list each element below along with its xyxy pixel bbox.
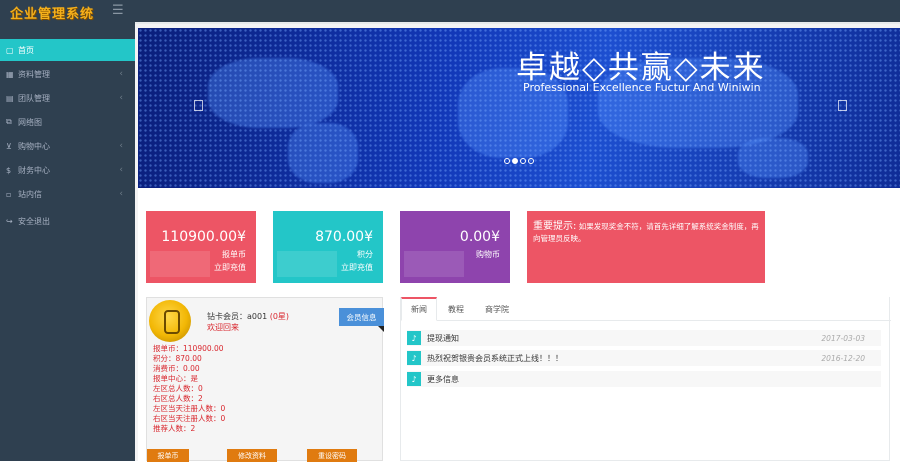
carousel-prev-button[interactable] (194, 100, 203, 111)
stat-line: 积分：870.00 (153, 354, 202, 363)
card-decoration (404, 251, 464, 277)
member-rank: (0星) (269, 312, 290, 321)
mail-icon: ▫ (6, 189, 12, 199)
news-tabs: 新闻 教程 商学院 (401, 297, 891, 321)
member-level: 钻卡会员：a001 (0星) (207, 311, 289, 322)
member-info-button[interactable]: 会员信息 (339, 308, 384, 332)
sidebar: ▢ 首页 ▦ 资料管理 ‹ ▤ 团队管理 ‹ ⧉ 网络图 ⊻ 购物中心 ‹ $ … (0, 24, 135, 461)
stat-line: 报单中心：是 (153, 374, 198, 383)
carousel-dot[interactable] (520, 158, 526, 164)
news-row[interactable]: ♪ 提现通知 2017-03-03 (407, 330, 881, 346)
sidebar-item-label: 安全退出 (18, 216, 50, 226)
card-decoration (150, 251, 210, 277)
news-title[interactable]: 提现通知 (427, 333, 459, 344)
stat-line: 消费币：0.00 (153, 364, 200, 373)
stat-line: 左区当天注册人数：0 (153, 404, 226, 413)
sidebar-item-label: 财务中心 (18, 165, 50, 175)
notice-card: 重要提示: 如果发现奖金不符，请首先详细了解系统奖金制度，再向管理员反映。 (527, 211, 765, 283)
chevron-left-icon: ‹ (119, 69, 123, 79)
sidebar-item-team[interactable]: ▤ 团队管理 ‹ (0, 87, 135, 109)
sidebar-item-home[interactable]: ▢ 首页 (0, 39, 135, 61)
carousel-next-button[interactable] (838, 100, 847, 111)
report-currency-button[interactable]: 报单币 (147, 449, 189, 462)
news-row[interactable]: ♪ 热烈祝贺银贵会员系统正式上线！！！ 2016-12-20 (407, 350, 881, 366)
stat-line: 右区当天注册人数：0 (153, 414, 226, 423)
sidebar-item-label: 购物中心 (18, 141, 50, 151)
stat-line: 推荐人数：2 (153, 424, 196, 433)
card-decoration (277, 251, 337, 277)
square-icon: ▢ (6, 45, 14, 55)
sidebar-item-label: 站内信 (18, 189, 42, 199)
chevron-left-icon: ‹ (119, 165, 123, 175)
sidebar-item-shop[interactable]: ⊻ 购物中心 ‹ (0, 135, 135, 157)
chevron-left-icon: ‹ (119, 189, 123, 199)
news-title[interactable]: 热烈祝贺银贵会员系统正式上线！！！ (427, 353, 563, 364)
carousel-indicators (504, 158, 534, 164)
grid-icon: ▦ (6, 69, 14, 79)
tab-business-school[interactable]: 商学院 (477, 297, 517, 321)
news-date: 2016-12-20 (821, 353, 865, 363)
dollar-icon: $ (6, 165, 12, 175)
news-date: 2017-03-03 (821, 333, 865, 343)
sidebar-item-messages[interactable]: ▫ 站内信 ‹ (0, 183, 135, 205)
card-label: 购物币 (476, 250, 500, 259)
news-row[interactable]: ♪ 更多信息 (407, 371, 881, 387)
sidebar-item-finance[interactable]: $ 财务中心 ‹ (0, 159, 135, 181)
card-value: 110900.00¥ (161, 229, 246, 245)
menu-toggle-icon[interactable]: ☰ (112, 3, 124, 18)
sitemap-icon: ⧉ (6, 117, 12, 126)
bell-icon: ♪ (407, 372, 421, 386)
stat-line: 右区总人数：2 (153, 394, 203, 403)
card-value: 0.00¥ (459, 229, 500, 245)
sidebar-item-label: 资料管理 (18, 69, 50, 79)
banner-subtitle: Professional Excellence Fuctur And Winiw… (523, 81, 761, 94)
chevron-left-icon: ‹ (119, 93, 123, 103)
card-recharge-link[interactable]: 立即充值 (214, 262, 246, 273)
card-label: 积分 (357, 250, 373, 259)
member-stats: 报单币：110900.00 积分：870.00 消费币：0.00 报单中心：是 … (153, 344, 225, 434)
top-bar: 企业管理系统 ☰ (0, 0, 900, 24)
sidebar-item-logout[interactable]: ↪ 安全退出 (0, 210, 135, 232)
notice-lead: 重要提示: (533, 221, 577, 232)
sidebar-item-label: 团队管理 (18, 93, 50, 103)
users-icon: ▤ (6, 93, 14, 103)
sidebar-item-network[interactable]: ⧉ 网络图 (0, 111, 135, 133)
stat-line: 报单币：110900.00 (153, 344, 224, 353)
tab-tutorial[interactable]: 教程 (441, 297, 471, 321)
welcome-text: 欢迎回来 (207, 323, 239, 332)
card-recharge-link[interactable]: 立即充值 (341, 262, 373, 273)
sidebar-item-label: 网络图 (18, 117, 42, 127)
reset-password-button[interactable]: 重设密码 (307, 449, 357, 462)
avatar (149, 300, 191, 342)
card-report-currency[interactable]: 110900.00¥ 报单币 立即充值 (146, 211, 256, 283)
bell-icon: ♪ (407, 331, 421, 345)
sidebar-item-profile[interactable]: ▦ 资料管理 ‹ (0, 63, 135, 85)
sidebar-item-label: 首页 (18, 45, 34, 55)
member-profile-panel: 钻卡会员：a001 (0星) 欢迎回来 会员信息 报单币：110900.00 积… (146, 297, 384, 462)
app-logo-title: 企业管理系统 (10, 7, 95, 22)
carousel-dot-active[interactable] (512, 158, 518, 164)
cart-icon: ⊻ (6, 141, 12, 151)
banner-carousel[interactable]: 卓越◇共赢◇未来 Professional Excellence Fuctur … (138, 28, 900, 188)
tab-news[interactable]: 新闻 (401, 297, 437, 321)
carousel-dot[interactable] (528, 158, 534, 164)
carousel-dot[interactable] (504, 158, 510, 164)
bell-icon: ♪ (407, 351, 421, 365)
card-label: 报单币 (222, 250, 246, 259)
member-label: 钻卡会员：a001 (207, 312, 268, 321)
more-info-link[interactable]: 更多信息 (427, 374, 459, 385)
card-shopping-currency[interactable]: 0.00¥ 购物币 (400, 211, 510, 283)
card-points[interactable]: 870.00¥ 积分 立即充值 (273, 211, 383, 283)
logout-icon: ↪ (6, 216, 13, 226)
chevron-left-icon: ‹ (119, 141, 123, 151)
card-value: 870.00¥ (315, 229, 373, 245)
edit-profile-button[interactable]: 修改资料 (227, 449, 277, 462)
stat-line: 左区总人数：0 (153, 384, 203, 393)
news-panel: 新闻 教程 商学院 ♪ 提现通知 2017-03-03 ♪ 热烈祝贺银贵会员系统… (400, 297, 891, 461)
